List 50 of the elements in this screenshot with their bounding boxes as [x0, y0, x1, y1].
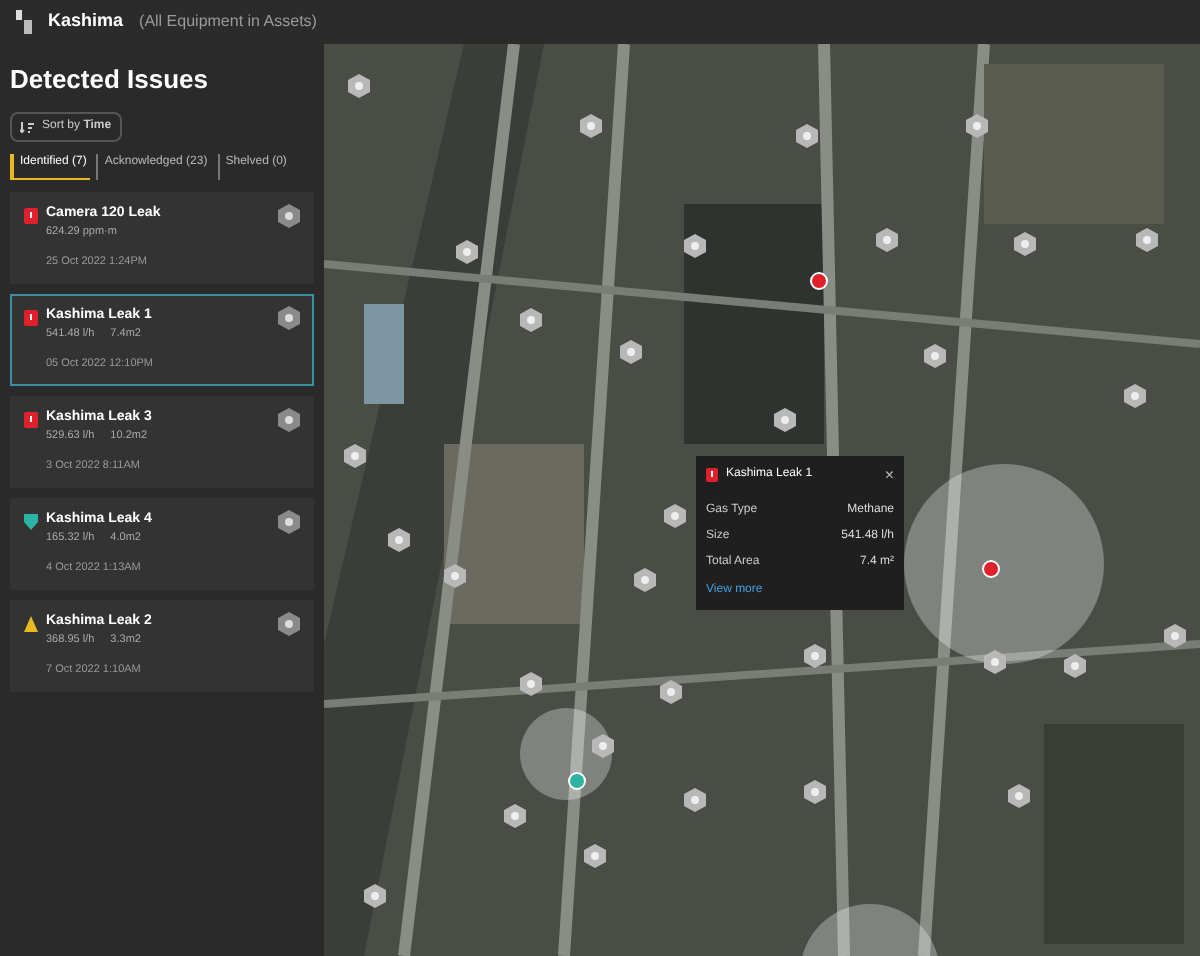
marker-icon[interactable] — [1014, 232, 1036, 256]
marker-icon[interactable] — [984, 650, 1006, 674]
app-logo-icon — [16, 10, 32, 34]
marker-icon[interactable] — [774, 408, 796, 432]
locate-icon[interactable] — [278, 305, 300, 329]
marker-icon[interactable] — [634, 568, 656, 592]
site-title: Kashima — [48, 8, 124, 35]
marker-icon[interactable] — [1064, 654, 1086, 678]
marker-icon[interactable] — [664, 504, 686, 528]
marker-icon[interactable] — [804, 644, 826, 668]
sort-icon — [20, 119, 34, 133]
marker-icon[interactable] — [584, 844, 606, 868]
marker-icon[interactable] — [456, 240, 478, 264]
marker-icon[interactable] — [504, 804, 526, 828]
marker-icon[interactable] — [344, 444, 366, 468]
panel-title: Detected Issues — [10, 62, 210, 98]
marker-icon[interactable] — [796, 124, 818, 148]
alert-icon — [24, 411, 38, 427]
marker-icon[interactable] — [804, 780, 826, 804]
locate-icon[interactable] — [278, 203, 300, 227]
alert-icon — [706, 468, 718, 482]
marker-icon[interactable] — [1164, 624, 1186, 648]
marker-icon[interactable] — [924, 344, 946, 368]
locate-icon[interactable] — [278, 407, 300, 431]
marker-icon[interactable] — [1008, 784, 1030, 808]
marker-icon[interactable] — [364, 884, 386, 908]
shield-icon — [24, 513, 38, 529]
storage-tank-block — [364, 304, 404, 404]
warning-icon — [24, 615, 38, 631]
marker-icon[interactable] — [520, 308, 542, 332]
close-button[interactable]: × — [884, 467, 894, 483]
marker-icon[interactable] — [684, 234, 706, 258]
marker-icon[interactable] — [660, 680, 682, 704]
marker-icon[interactable] — [520, 672, 542, 696]
alert-icon — [24, 207, 38, 223]
locate-icon[interactable] — [278, 509, 300, 533]
marker-icon[interactable] — [348, 74, 370, 98]
marker-icon[interactable] — [876, 228, 898, 252]
marker-icon[interactable] — [592, 734, 614, 758]
marker-icon[interactable] — [1136, 228, 1158, 252]
marker-icon[interactable] — [684, 788, 706, 812]
locate-icon[interactable] — [278, 611, 300, 635]
marker-icon[interactable] — [580, 114, 602, 138]
marker-icon[interactable] — [1124, 384, 1146, 408]
asset-scope: (All Equipment in Assets) — [139, 10, 317, 34]
alert-icon — [24, 309, 38, 325]
marker-icon[interactable] — [966, 114, 988, 138]
marker-icon[interactable] — [620, 340, 642, 364]
marker-icon[interactable] — [388, 528, 410, 552]
marker-icon[interactable] — [444, 564, 466, 588]
